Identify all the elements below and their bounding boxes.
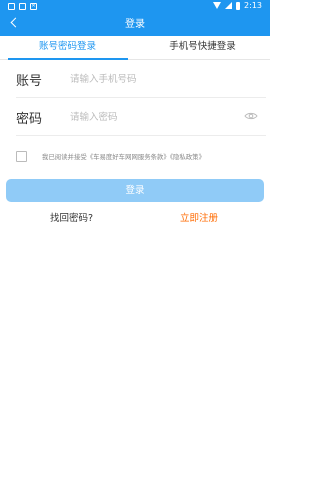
battery-icon (236, 1, 241, 10)
account-label: 账号 (16, 74, 43, 89)
status-bar-right: 2:13 (213, 1, 262, 10)
signal-icon (225, 2, 233, 9)
password-label: 密码 (16, 112, 43, 127)
login-button[interactable]: 登录 (6, 179, 264, 202)
password-input[interactable] (70, 109, 230, 125)
status-bar-left: ✕ (8, 3, 37, 10)
status-notification-icon (8, 3, 15, 10)
wifi-icon (213, 2, 222, 9)
password-row: 密码 (16, 100, 266, 136)
status-time: 2:13 (244, 1, 262, 10)
agreement-checkbox[interactable] (16, 151, 27, 162)
active-tab-indicator (8, 58, 128, 60)
account-input[interactable] (70, 71, 230, 87)
eye-icon[interactable] (244, 111, 258, 121)
status-notification-icon (19, 3, 26, 10)
agreement-row: 我已阅读并接受《车易度好车网网服务条款》《隐私政策》 (16, 150, 256, 164)
status-notification-icon: ✕ (30, 3, 37, 10)
login-mode-tabs: 账号密码登录 手机号快捷登录 (0, 36, 270, 60)
top-app-bar: ✕ 2:13 登录 (0, 0, 270, 36)
page-title: 登录 (125, 19, 145, 30)
agreement-text[interactable]: 我已阅读并接受《车易度好车网网服务条款》《隐私政策》 (42, 152, 205, 161)
register-link[interactable]: 立即注册 (180, 210, 218, 224)
tab-password-login[interactable]: 账号密码登录 (0, 36, 135, 60)
account-row: 账号 (16, 62, 266, 98)
tab-sms-login[interactable]: 手机号快捷登录 (135, 36, 270, 60)
forgot-password-link[interactable]: 找回密码? (50, 210, 93, 224)
